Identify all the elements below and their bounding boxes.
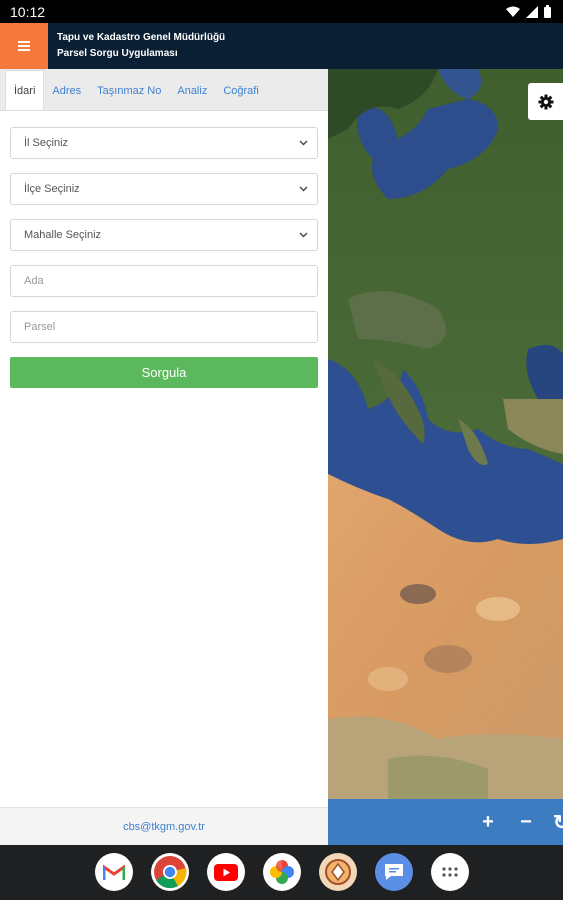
- wifi-icon: [506, 6, 520, 17]
- chevron-down-icon: [299, 232, 308, 238]
- contact-email-link[interactable]: cbs@tkgm.gov.tr: [0, 807, 328, 845]
- map-toolbar: + − ↻: [328, 799, 563, 845]
- apps-grid-icon: [442, 867, 458, 877]
- chrome-app[interactable]: [151, 853, 189, 891]
- map-imagery: [328, 69, 563, 799]
- youtube-app[interactable]: [207, 853, 245, 891]
- messages-icon: [385, 864, 403, 880]
- messages-app[interactable]: [375, 853, 413, 891]
- signal-icon: [526, 5, 538, 18]
- tab-cografi[interactable]: Coğrafi: [215, 71, 266, 110]
- satellite-map[interactable]: [328, 69, 563, 799]
- ilce-select[interactable]: İlçe Seçiniz: [10, 173, 318, 205]
- chevron-down-icon: [299, 140, 308, 146]
- app-drawer[interactable]: [431, 853, 469, 891]
- app-icon: [325, 859, 351, 885]
- title-line-1: Tapu ve Kadastro Genel Müdürlüğü: [57, 32, 226, 43]
- gear-icon: [538, 94, 553, 109]
- tab-bar: İdari Adres Taşınmaz No Analiz Coğrafi: [0, 69, 328, 111]
- status-icons: [506, 5, 551, 18]
- status-time: 10:12: [10, 3, 46, 20]
- status-bar: 10:12: [0, 0, 563, 23]
- battery-icon: [544, 5, 551, 18]
- ada-input[interactable]: Ada: [10, 265, 318, 297]
- title-line-2: Parsel Sorgu Uygulaması: [57, 48, 178, 59]
- tab-idari[interactable]: İdari: [5, 70, 45, 110]
- map-settings-button[interactable]: [528, 83, 563, 120]
- parsel-input[interactable]: Parsel: [10, 311, 318, 343]
- zoom-out-button[interactable]: −: [515, 811, 537, 834]
- tab-analiz[interactable]: Analiz: [169, 71, 215, 110]
- photos-app[interactable]: [263, 853, 301, 891]
- il-select[interactable]: İl Seçiniz: [10, 127, 318, 159]
- photos-icon: [270, 860, 294, 884]
- parsel-sorgu-app[interactable]: [319, 853, 357, 891]
- tab-tasinmaz-no[interactable]: Taşınmaz No: [89, 71, 169, 110]
- gmail-icon: [103, 863, 125, 880]
- app-dock: [0, 845, 563, 900]
- ilce-select-value: İlçe Seçiniz: [24, 183, 80, 195]
- refresh-button[interactable]: ↻: [553, 810, 563, 835]
- query-form: İl Seçiniz İlçe Seçiniz Mahalle Seçiniz …: [0, 111, 328, 388]
- ada-placeholder: Ada: [24, 275, 44, 287]
- tab-adres[interactable]: Adres: [44, 71, 89, 110]
- il-select-value: İl Seçiniz: [24, 137, 69, 149]
- chrome-icon: [154, 856, 187, 889]
- parsel-placeholder: Parsel: [24, 321, 56, 333]
- page-title: Tapu ve Kadastro Genel Müdürlüğü Parsel …: [57, 30, 225, 62]
- gmail-app[interactable]: [95, 853, 133, 891]
- mahalle-select-value: Mahalle Seçiniz: [24, 229, 102, 241]
- menu-button[interactable]: [0, 23, 48, 69]
- hamburger-icon: [18, 41, 30, 51]
- zoom-in-button[interactable]: +: [477, 811, 499, 834]
- sorgula-button[interactable]: Sorgula: [10, 357, 318, 388]
- query-panel: İdari Adres Taşınmaz No Analiz Coğrafi İ…: [0, 69, 328, 845]
- app-header: Tapu ve Kadastro Genel Müdürlüğü Parsel …: [0, 23, 563, 69]
- mahalle-select[interactable]: Mahalle Seçiniz: [10, 219, 318, 251]
- youtube-icon: [214, 863, 238, 881]
- chevron-down-icon: [299, 186, 308, 192]
